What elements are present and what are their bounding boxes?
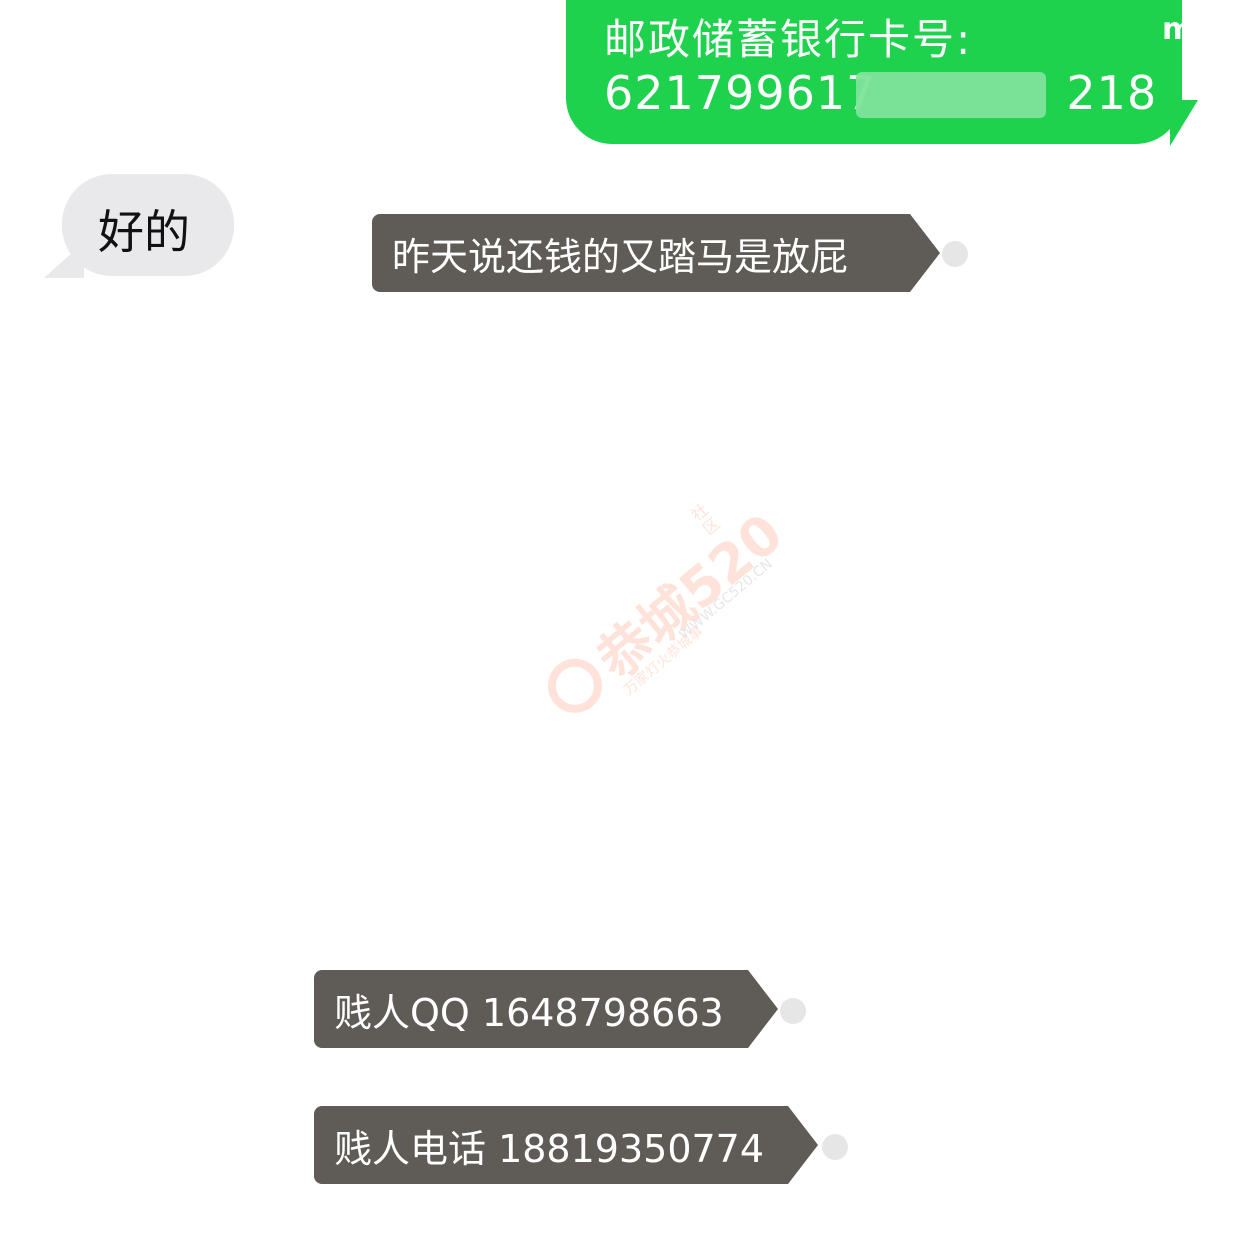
status-dot-icon bbox=[942, 241, 968, 267]
green-bubble-tail bbox=[1170, 100, 1198, 146]
status-dot-icon bbox=[780, 998, 806, 1024]
watermark-side-label: 社区 bbox=[687, 500, 724, 539]
redaction-blur bbox=[856, 72, 1046, 118]
site-watermark: 恭城520 万家灯火恭城事 WWW.GC520.CN 社区 bbox=[515, 489, 795, 740]
forwarded-message-1[interactable]: 昨天说还钱的又踏马是放屁 bbox=[372, 214, 940, 292]
watermark-url: WWW.GC520.CN bbox=[676, 555, 776, 644]
clipped-text: m bbox=[1162, 12, 1194, 47]
bank-card-number-suffix: 218 bbox=[1066, 66, 1158, 120]
forwarded-message-2[interactable]: 贱人QQ 1648798663 bbox=[314, 970, 778, 1048]
forwarded-message-text: 昨天说还钱的又踏马是放屁 bbox=[392, 234, 849, 279]
incoming-message-text: 好的 bbox=[98, 205, 190, 259]
gray-bubble-tail bbox=[44, 242, 84, 278]
forwarded-message-text: 贱人电话 18819350774 bbox=[334, 1126, 765, 1171]
watermark-brand: 恭城520 bbox=[585, 501, 795, 692]
bank-card-label: 邮政储蓄银行卡号: bbox=[604, 15, 973, 64]
watermark-slogan: 万家灯火恭城事 bbox=[621, 623, 707, 699]
forwarded-message-text: 贱人QQ 1648798663 bbox=[334, 990, 724, 1035]
forwarded-message-3[interactable]: 贱人电话 18819350774 bbox=[314, 1106, 818, 1184]
status-dot-icon bbox=[822, 1134, 848, 1160]
watermark-logo-icon bbox=[536, 647, 613, 724]
bank-card-number-prefix: 621799617 bbox=[604, 66, 877, 120]
